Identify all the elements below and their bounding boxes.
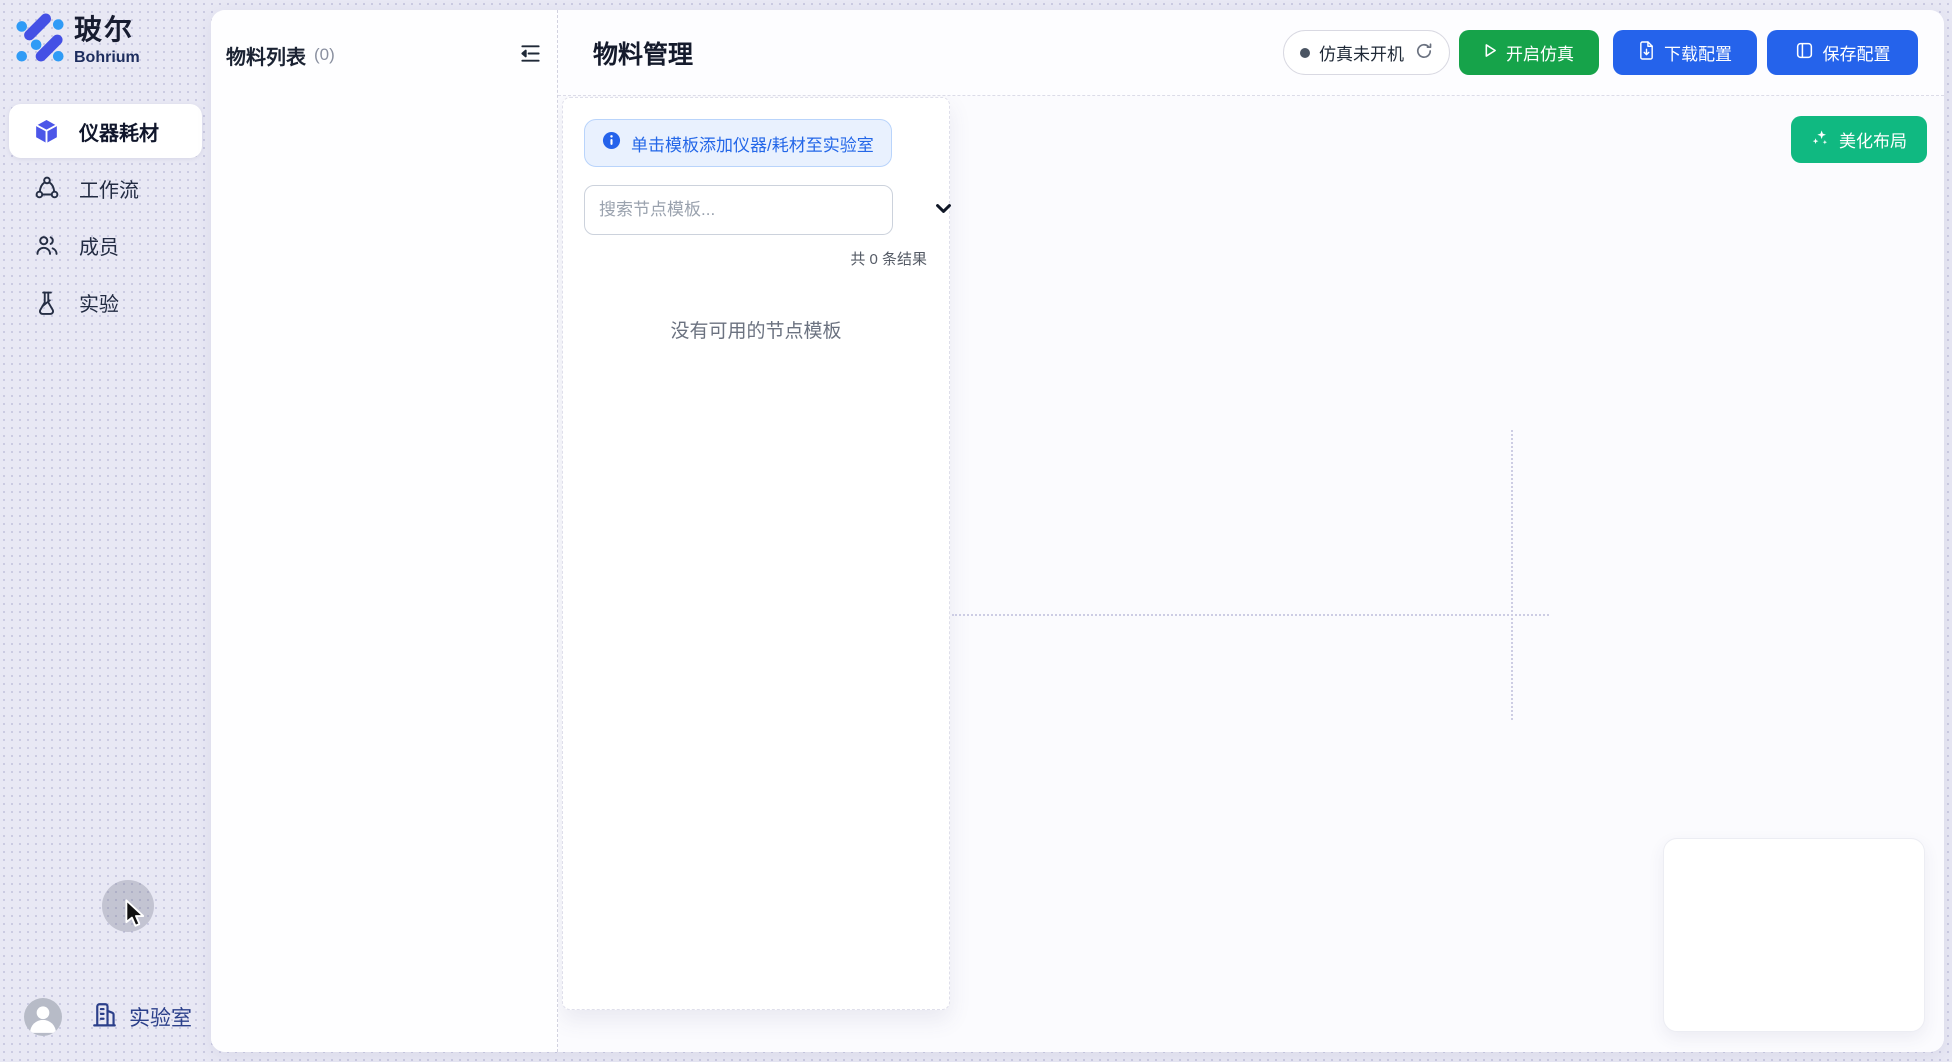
- materials-panel-header: 物料列表 (0): [226, 40, 545, 70]
- refresh-status-button[interactable]: [1415, 42, 1433, 63]
- collapse-panel-button[interactable]: [515, 40, 545, 70]
- play-icon: [1484, 43, 1497, 63]
- beautify-layout-button[interactable]: 美化布局: [1791, 116, 1927, 163]
- refresh-icon: [1415, 42, 1433, 63]
- experiment-icon: [33, 289, 60, 316]
- workflow-canvas[interactable]: 美化布局 单击模板添加仪器/耗材至实验室: [558, 96, 1944, 1052]
- sidebar-footer: 实验室: [24, 998, 192, 1036]
- start-simulation-label: 开启仿真: [1506, 40, 1574, 65]
- download-config-label: 下载配置: [1664, 40, 1732, 65]
- main-area: 物料管理 仿真未开机: [558, 10, 1944, 1052]
- lab-entry[interactable]: 实验室: [90, 1000, 192, 1034]
- filter-collapse-button[interactable]: [929, 197, 957, 223]
- save-icon: [1795, 41, 1814, 65]
- sidebar-item-experiment[interactable]: 实验: [9, 275, 202, 329]
- template-empty-text: 没有可用的节点模板: [563, 316, 949, 343]
- sidebar-item-label: 实验: [79, 288, 119, 317]
- cube-icon: [33, 118, 60, 145]
- materials-panel-title: 物料列表: [226, 41, 306, 70]
- save-config-button[interactable]: 保存配置: [1767, 30, 1918, 75]
- members-icon: [33, 232, 60, 259]
- chevron-down-icon: [934, 199, 953, 221]
- lab-label: 实验室: [129, 1002, 192, 1032]
- brand[interactable]: 玻尔 Bohrium: [0, 0, 211, 68]
- canvas-guide-vertical: [1511, 430, 1513, 720]
- template-hint-text: 单击模板添加仪器/耗材至实验室: [631, 131, 874, 156]
- template-hint-banner: 单击模板添加仪器/耗材至实验室: [584, 119, 892, 167]
- brand-subtitle: Bohrium: [74, 48, 140, 68]
- sidebar-item-label: 成员: [79, 231, 119, 260]
- template-search-row: [584, 185, 949, 235]
- sidebar-item-label: 工作流: [79, 174, 139, 203]
- save-config-label: 保存配置: [1823, 40, 1891, 65]
- beautify-layout-label: 美化布局: [1839, 127, 1907, 152]
- sparkles-icon: [1811, 128, 1830, 152]
- node-template-panel: 单击模板添加仪器/耗材至实验室 共 0 条结果 没有可用的节点模板: [562, 97, 950, 1010]
- template-search-input[interactable]: [584, 185, 893, 235]
- brand-name: 玻尔: [74, 14, 140, 46]
- template-result-count: 共 0 条结果: [563, 248, 927, 269]
- canvas-guide-horizontal: [952, 614, 1549, 616]
- download-config-button[interactable]: 下载配置: [1613, 30, 1757, 75]
- info-icon: [602, 131, 621, 155]
- sidebar-item-workflow[interactable]: 工作流: [9, 161, 202, 215]
- building-icon: [90, 1000, 119, 1034]
- avatar[interactable]: [24, 998, 62, 1036]
- app-window: 物料列表 (0) 物料管理 仿真未开机: [211, 10, 1944, 1052]
- sidebar-item-instruments[interactable]: 仪器耗材: [9, 104, 202, 158]
- main-header: 物料管理 仿真未开机: [558, 10, 1944, 96]
- canvas-minimap[interactable]: [1663, 838, 1925, 1032]
- sidebar-item-label: 仪器耗材: [79, 117, 159, 146]
- bohrium-logo-icon: [15, 13, 65, 63]
- simulation-status-pill[interactable]: 仿真未开机: [1283, 30, 1450, 75]
- status-dot-icon: [1300, 48, 1310, 58]
- menu-fold-icon: [519, 42, 542, 68]
- start-simulation-button[interactable]: 开启仿真: [1459, 30, 1599, 75]
- page-title: 物料管理: [593, 35, 693, 71]
- sidebar-nav: 仪器耗材 工作流 成员: [0, 104, 211, 329]
- materials-panel: 物料列表 (0): [211, 10, 558, 1052]
- sidebar-item-members[interactable]: 成员: [9, 218, 202, 272]
- simulation-status-text: 仿真未开机: [1319, 40, 1404, 65]
- workflow-icon: [33, 175, 60, 202]
- materials-count: (0): [314, 45, 335, 65]
- sidebar: 玻尔 Bohrium 仪器耗材 工作流: [0, 0, 211, 1062]
- download-file-icon: [1638, 41, 1655, 65]
